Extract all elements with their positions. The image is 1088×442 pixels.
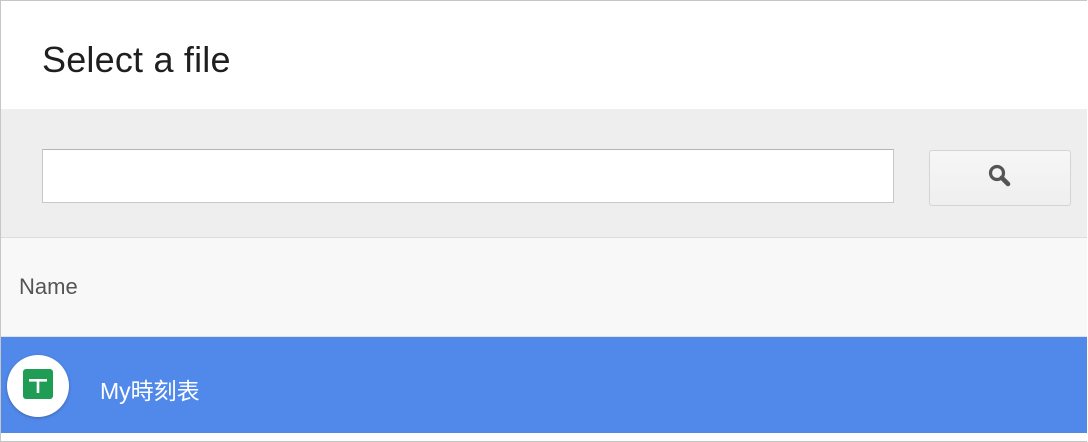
google-sheets-icon <box>23 368 53 404</box>
file-icon-badge <box>7 355 69 417</box>
file-row-selected[interactable]: My時刻表 <box>1 337 1087 433</box>
search-input[interactable] <box>42 149 894 203</box>
dialog-header: Select a file <box>1 1 1087 109</box>
search-button[interactable] <box>929 150 1071 206</box>
list-bottom <box>1 433 1087 441</box>
dialog-title: Select a file <box>42 39 231 80</box>
search-icon <box>986 162 1014 195</box>
table-header: Name <box>1 238 1087 337</box>
file-picker-dialog: Select a file Name My時刻表 <box>0 0 1087 442</box>
search-bar <box>1 109 1087 238</box>
column-header-name[interactable]: Name <box>19 274 78 300</box>
file-name: My時刻表 <box>100 378 200 404</box>
